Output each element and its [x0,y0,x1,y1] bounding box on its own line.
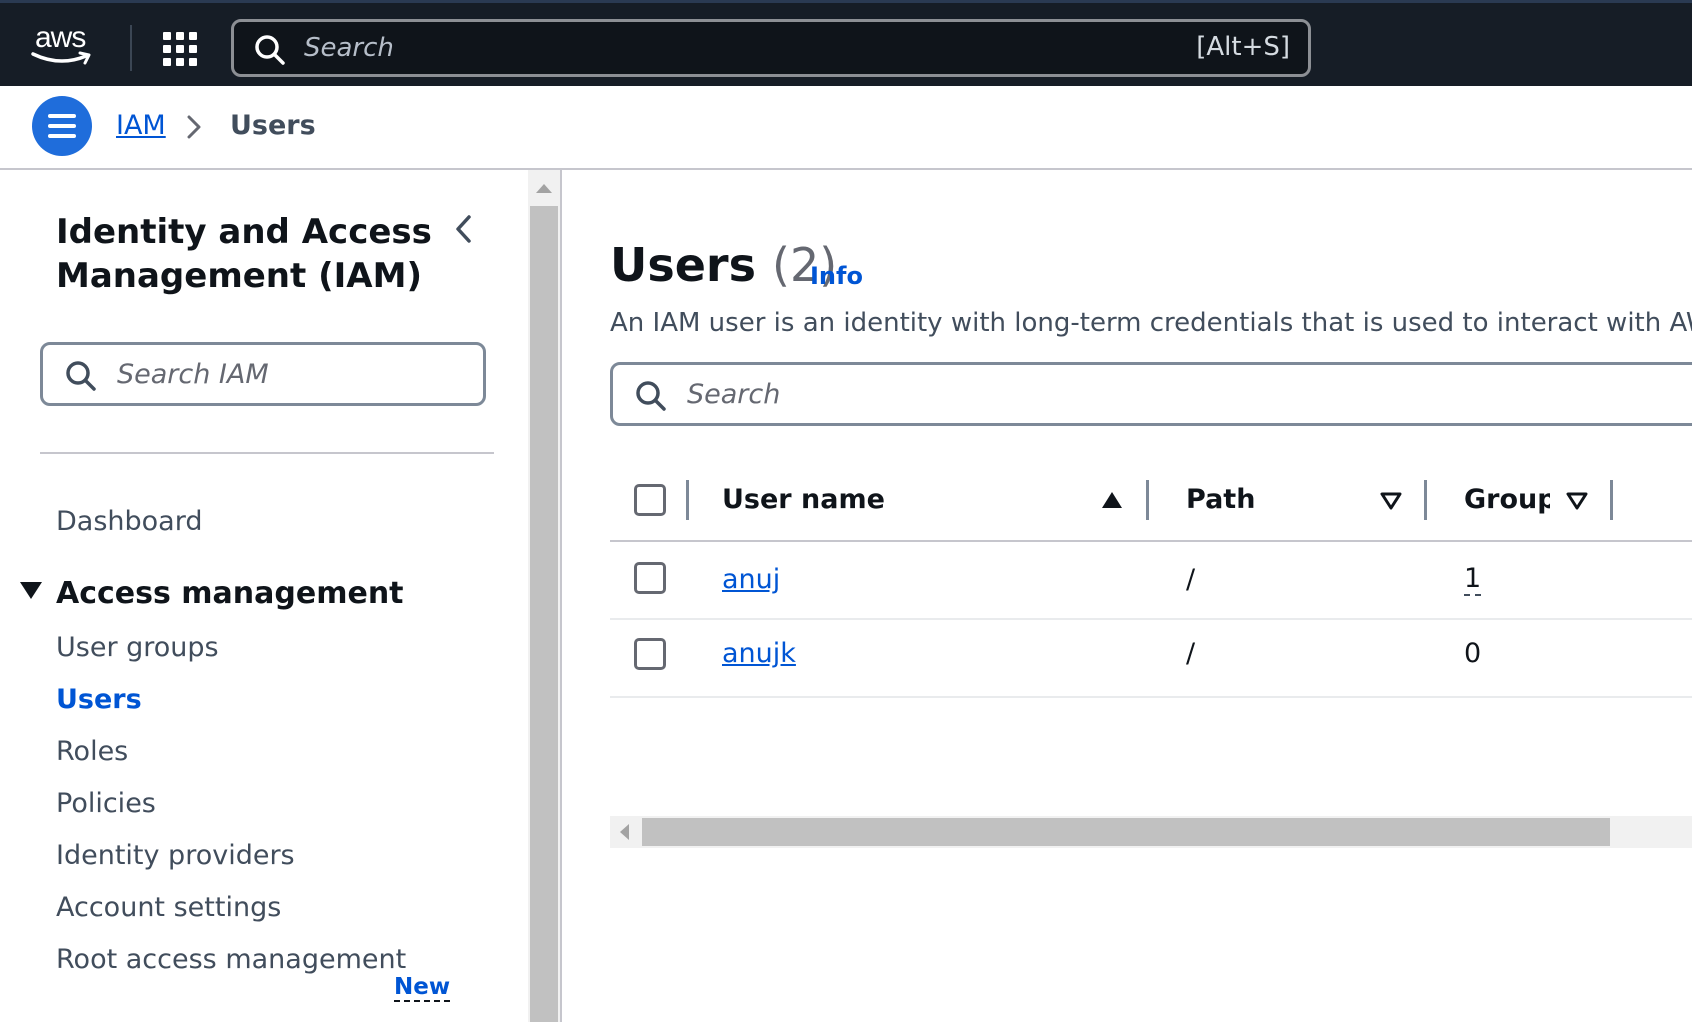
sidebar-item-user-groups[interactable]: User groups [56,632,219,663]
column-header-groups[interactable]: Groups [1464,484,1550,515]
select-all-checkbox[interactable] [634,484,666,516]
groups-count-cell: 0 [1464,638,1482,669]
search-shortcut-hint: [Alt+S] [1196,32,1290,62]
sidebar-item-roles[interactable]: Roles [56,736,128,767]
users-search-input[interactable]: Search [610,362,1692,426]
page-description: An IAM user is an identity with long-ter… [610,308,1692,338]
sidebar-item-policies[interactable]: Policies [56,788,156,819]
user-name-link[interactable]: anujk [722,638,796,669]
breadcrumb-bar: IAM Users [0,86,1692,170]
column-header-user-name[interactable]: User name [722,484,885,515]
aws-logo[interactable]: aws [30,21,100,71]
caret-down-icon [20,582,42,599]
sidebar-section-access-management[interactable]: Access management [20,576,404,611]
path-cell: / [1186,564,1196,595]
sort-ascending-icon[interactable] [1102,492,1122,508]
breadcrumb-iam-link[interactable]: IAM [116,110,166,141]
table-header: User name Path Groups [610,460,1692,542]
search-icon [255,35,285,65]
sort-descending-icon[interactable] [1380,492,1402,510]
table-row: anujk / 0 [610,620,1692,698]
aws-smile-icon [31,51,91,65]
global-search-input[interactable]: Search [Alt+S] [231,19,1311,77]
users-search-placeholder: Search [687,379,781,410]
nav-divider [130,25,132,71]
column-separator[interactable] [1610,480,1613,520]
groups-count-cell[interactable]: 1 [1464,564,1482,596]
user-name-link[interactable]: anuj [722,564,780,595]
sidebar-search-input[interactable]: Search IAM [40,342,486,406]
row-checkbox[interactable] [634,638,666,670]
sidebar-item-users[interactable]: Users [56,684,142,715]
sidebar-divider [40,452,494,454]
menu-toggle-button[interactable] [32,96,92,156]
scroll-left-arrow-icon[interactable] [620,824,629,840]
sidebar: Identity and Access Management (IAM) Sea… [0,170,528,1022]
sidebar-item-account-settings[interactable]: Account settings [56,892,281,923]
sidebar-item-root-access-management[interactable]: Root access management [56,944,406,975]
path-cell: / [1186,638,1196,669]
scrollbar-thumb[interactable] [642,818,1610,846]
column-header-path[interactable]: Path [1186,484,1255,515]
sidebar-item-dashboard[interactable]: Dashboard [56,506,202,537]
aws-logo-text: aws [35,21,86,54]
table-horizontal-scrollbar[interactable] [610,816,1692,848]
info-link[interactable]: Info [810,262,863,290]
page-title-text: Users [610,238,756,292]
breadcrumb-current-page: Users [230,110,316,141]
scroll-up-arrow-icon[interactable] [536,184,552,193]
sidebar-scrollbar[interactable] [528,170,560,1022]
row-checkbox[interactable] [634,562,666,594]
top-navigation-bar: aws Search [Alt+S] [0,0,1692,86]
column-separator[interactable] [1146,480,1149,520]
sidebar-search-placeholder: Search IAM [117,359,269,390]
page-title: Users (2) [610,238,837,292]
global-search-placeholder: Search [304,33,394,63]
sidebar-section-label: Access management [56,576,404,611]
chevron-right-icon [187,115,201,139]
scrollbar-thumb[interactable] [530,206,558,1022]
sort-descending-icon[interactable] [1566,492,1588,510]
column-separator[interactable] [1424,480,1427,520]
search-icon [66,361,96,391]
sidebar-item-identity-providers[interactable]: Identity providers [56,840,295,871]
sidebar-title: Identity and Access Management (IAM) [56,212,432,296]
services-grid-icon[interactable] [163,32,197,66]
search-icon [636,381,666,411]
column-separator [686,480,689,520]
table-row: anuj / 1 [610,542,1692,620]
collapse-sidebar-icon[interactable] [454,214,474,244]
new-badge: New [394,974,451,1002]
main-content: Users (2) Info An IAM user is an identit… [562,170,1692,1022]
